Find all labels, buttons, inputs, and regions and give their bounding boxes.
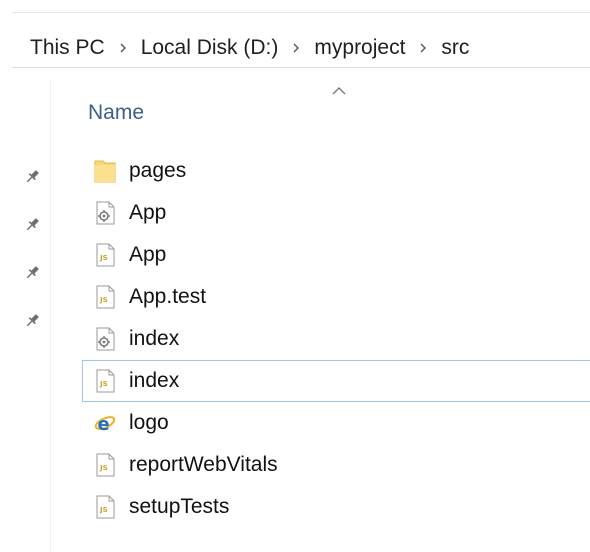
svg-text:JS: JS [99,296,108,304]
ie-file-icon: e [93,410,117,436]
pane-divider[interactable] [50,80,51,552]
pin-icon[interactable] [22,214,42,234]
css-file-icon [93,326,117,352]
svg-text:e: e [98,414,110,435]
js-file-icon: JS [93,242,117,268]
sort-ascending-icon [331,84,347,96]
file-name: App [129,243,167,266]
list-item[interactable]: JS App.test [82,276,590,318]
breadcrumb-item-this-pc[interactable]: This PC [30,36,105,60]
js-file-icon: JS [93,494,117,520]
pin-icon[interactable] [22,262,42,282]
file-name: pages [129,159,187,182]
list-item[interactable]: pages [82,150,590,192]
file-list: pages App JS App JS App.test index JS in… [82,150,590,528]
js-file-icon: JS [93,368,117,394]
top-divider [12,12,590,13]
column-header-name[interactable]: Name [88,98,144,128]
list-item[interactable]: App [82,192,590,234]
list-item[interactable]: e logo [82,402,590,444]
list-item[interactable]: JS App [82,234,590,276]
list-item[interactable]: JS setupTests [82,486,590,528]
file-name: logo [129,411,169,434]
list-item[interactable]: JS reportWebVitals [82,444,590,486]
chevron-right-icon[interactable] [405,38,441,58]
file-name: index [129,369,180,392]
file-name: reportWebVitals [129,453,278,476]
list-item[interactable]: JS index [82,360,590,402]
css-file-icon [93,200,117,226]
breadcrumb-item-src[interactable]: src [441,36,469,60]
svg-text:JS: JS [99,380,108,388]
list-item[interactable]: index [82,318,590,360]
pin-icon[interactable] [22,166,42,186]
chevron-right-icon[interactable] [105,38,141,58]
pin-icon[interactable] [22,310,42,330]
svg-text:JS: JS [99,464,108,472]
svg-text:JS: JS [99,254,108,262]
svg-text:JS: JS [99,506,108,514]
file-name: index [129,327,180,350]
js-file-icon: JS [93,452,117,478]
breadcrumb-item-local-disk[interactable]: Local Disk (D:) [141,36,279,60]
file-name: App.test [129,285,207,308]
js-file-icon: JS [93,284,117,310]
file-name: App [129,201,167,224]
file-name: setupTests [129,495,230,518]
navigation-pane [12,80,50,552]
breadcrumb-item-myproject[interactable]: myproject [314,36,405,60]
chevron-right-icon[interactable] [278,38,314,58]
breadcrumb: This PC Local Disk (D:) myproject src [12,28,590,68]
folder-icon [93,158,117,184]
